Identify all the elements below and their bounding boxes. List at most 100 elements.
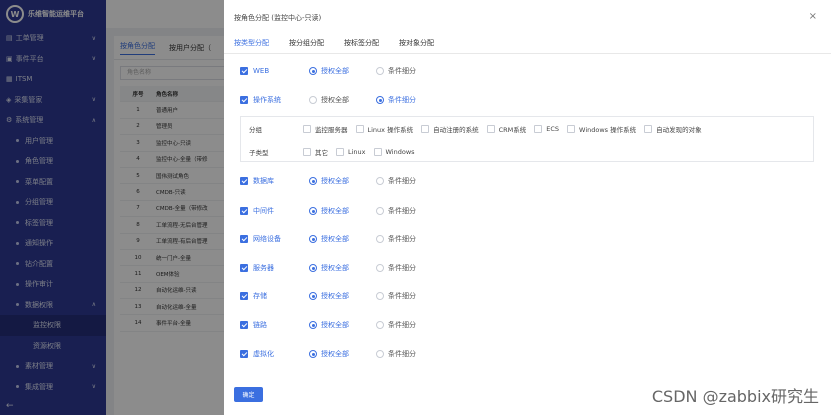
category-row: 数据库 授权全部 条件细分: [240, 175, 443, 187]
group-option[interactable]: Windows 操作系统: [567, 124, 636, 134]
category-checkbox[interactable]: [240, 235, 248, 243]
group-option[interactable]: 自动注册的系统: [421, 124, 479, 134]
radio-all[interactable]: [309, 292, 317, 300]
radio-partial[interactable]: [376, 321, 384, 329]
radio-all[interactable]: [309, 235, 317, 243]
radio-all[interactable]: [309, 321, 317, 329]
group-option-checkbox[interactable]: [303, 125, 311, 133]
category-row: 网络设备 授权全部 条件细分: [240, 233, 443, 245]
subtype-label: 子类型: [249, 149, 269, 157]
subtype-option[interactable]: Linux: [336, 148, 366, 156]
category-checkbox[interactable]: [240, 96, 248, 104]
tab-by-tag[interactable]: 按标签分配: [344, 38, 379, 54]
radio-all[interactable]: [309, 350, 317, 358]
radio-partial[interactable]: [376, 264, 384, 272]
group-option-checkbox[interactable]: [421, 125, 430, 133]
group-option[interactable]: 监控服务器: [303, 124, 348, 134]
radio-partial-label: 条件细分: [388, 321, 416, 329]
category-checkbox[interactable]: [240, 350, 248, 358]
radio-partial-label: 条件细分: [388, 350, 416, 358]
radio-partial[interactable]: [376, 207, 384, 215]
radio-all[interactable]: [309, 96, 317, 104]
category-label: 服务器: [253, 264, 274, 272]
subtype-option[interactable]: Windows: [373, 148, 415, 156]
radio-all-label: 授权全部: [321, 67, 349, 75]
close-icon[interactable]: ×: [809, 11, 817, 22]
radio-all[interactable]: [309, 264, 317, 272]
group-option-checkbox[interactable]: [355, 125, 364, 133]
group-option-label: Windows 操作系统: [579, 126, 637, 134]
category-checkbox[interactable]: [240, 67, 248, 75]
radio-all-label: 授权全部: [321, 264, 349, 272]
assignment-tabs: 按类型分配 按分组分配 按标签分配 按对象分配: [234, 38, 434, 54]
category-label: WEB: [253, 67, 270, 75]
category-row: 服务器 授权全部 条件细分: [240, 262, 443, 274]
group-option-checkbox[interactable]: [567, 125, 576, 133]
group-option[interactable]: CRM系统: [486, 124, 527, 134]
os-condition-panel: 分组 监控服务器 Linux 操作系统 自动注册的系统 CRM系统 ECS Windows…: [240, 116, 814, 162]
radio-partial[interactable]: [376, 177, 384, 185]
group-option-label: ECS: [546, 125, 560, 133]
category-checkbox[interactable]: [240, 264, 248, 272]
group-option[interactable]: Linux 操作系统: [355, 124, 413, 134]
category-label: 链路: [253, 321, 267, 329]
radio-partial-label: 条件细分: [388, 235, 416, 243]
radio-partial[interactable]: [376, 96, 384, 104]
group-option[interactable]: ECS: [534, 125, 559, 133]
radio-all-label: 授权全部: [321, 207, 349, 215]
radio-partial-label: 条件细分: [388, 177, 416, 185]
group-option[interactable]: 自动发现的对象: [644, 124, 702, 134]
tab-by-object[interactable]: 按对象分配: [399, 38, 434, 54]
category-row: 链路 授权全部 条件细分: [240, 319, 443, 331]
group-option-checkbox[interactable]: [534, 125, 543, 133]
category-row: 中间件 授权全部 条件细分: [240, 205, 443, 217]
radio-partial-label: 条件细分: [388, 207, 416, 215]
group-option-checkbox[interactable]: [644, 125, 653, 133]
radio-all-label: 授权全部: [321, 96, 349, 104]
category-checkbox[interactable]: [240, 292, 248, 300]
confirm-button[interactable]: 确定: [234, 387, 263, 402]
drawer-title: 按角色分配 (监控中心-只读): [234, 14, 322, 22]
group-option-checkbox[interactable]: [486, 125, 495, 133]
radio-all[interactable]: [309, 177, 317, 185]
radio-partial[interactable]: [376, 292, 384, 300]
category-label: 操作系统: [253, 96, 281, 104]
radio-partial-label: 条件细分: [388, 67, 416, 75]
category-label: 网络设备: [253, 235, 281, 243]
radio-all[interactable]: [309, 207, 317, 215]
divider: [224, 53, 831, 54]
watermark: CSDN @zabbix研究生: [651, 387, 819, 406]
radio-all-label: 授权全部: [321, 292, 349, 300]
radio-partial-label: 条件细分: [388, 96, 416, 104]
radio-all-label: 授权全部: [321, 350, 349, 358]
category-row: 操作系统 授权全部 条件细分: [240, 94, 443, 106]
radio-all-label: 授权全部: [321, 321, 349, 329]
tab-by-group[interactable]: 按分组分配: [289, 38, 324, 54]
group-option-label: 自动注册的系统: [433, 126, 479, 134]
group-option-label: CRM系统: [498, 126, 527, 134]
radio-partial[interactable]: [376, 235, 384, 243]
category-checkbox[interactable]: [240, 321, 248, 329]
category-row: 虚拟化 授权全部 条件细分: [240, 348, 443, 360]
group-option-label: 自动发现的对象: [656, 126, 702, 134]
radio-all-label: 授权全部: [321, 177, 349, 185]
subtype-option-label: Windows: [385, 148, 415, 156]
category-label: 数据库: [253, 177, 274, 185]
category-row: 存储 授权全部 条件细分: [240, 290, 443, 302]
tab-by-type[interactable]: 按类型分配: [234, 38, 269, 54]
category-checkbox[interactable]: [240, 177, 248, 185]
subtype-option-checkbox[interactable]: [336, 148, 344, 156]
category-checkbox[interactable]: [240, 207, 248, 215]
subtype-option-label: Linux: [348, 148, 366, 156]
radio-partial-label: 条件细分: [388, 292, 416, 300]
subtype-option-label: 其它: [315, 149, 328, 157]
subtype-option[interactable]: 其它: [303, 147, 328, 157]
radio-partial-label: 条件细分: [388, 264, 416, 272]
radio-all-label: 授权全部: [321, 235, 349, 243]
radio-partial[interactable]: [376, 67, 384, 75]
radio-all[interactable]: [309, 67, 317, 75]
subtype-option-checkbox[interactable]: [373, 148, 382, 156]
category-row: WEB 授权全部 条件细分: [240, 65, 443, 77]
radio-partial[interactable]: [376, 350, 384, 358]
subtype-option-checkbox[interactable]: [303, 148, 311, 156]
